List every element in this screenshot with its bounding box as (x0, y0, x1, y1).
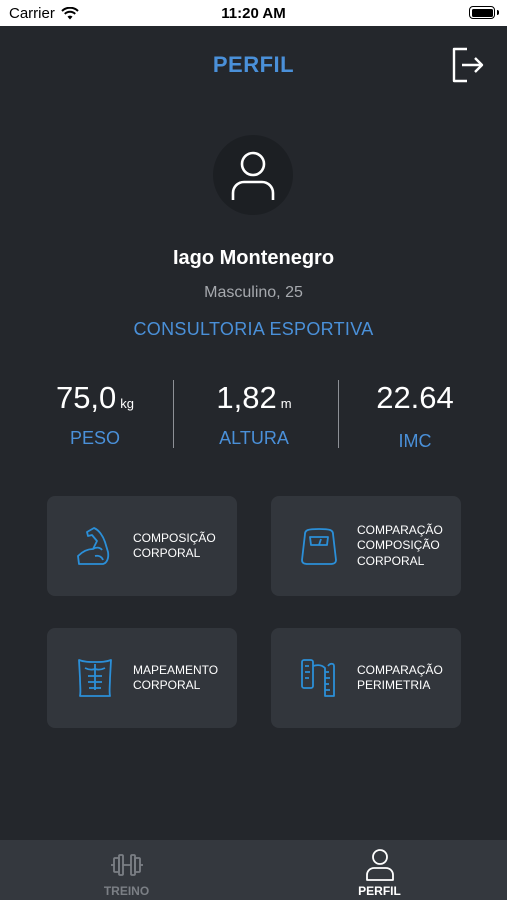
stat-bmi: 22.64 IMC (335, 380, 495, 452)
user-details: Masculino, 25 (204, 284, 303, 301)
status-bar: Carrier 11:20 AM (0, 0, 507, 26)
card-label: COMPARAÇÃO COMPOSIÇÃO CORPORAL (357, 522, 443, 568)
measuring-tape-icon (301, 659, 335, 697)
card-perimetry-comparison[interactable]: COMPARAÇÃO PERIMETRIA (271, 628, 461, 728)
flexed-arm-icon (77, 527, 110, 565)
stat-weight: 75,0 kg PESO (15, 380, 175, 449)
tab-perfil[interactable]: PERFIL (253, 840, 506, 900)
avatar[interactable] (213, 135, 293, 215)
tab-bar: TREINO PERFIL (0, 840, 507, 900)
tab-treino[interactable]: TREINO (0, 840, 253, 900)
logout-icon[interactable] (447, 45, 487, 85)
height-label: ALTURA (219, 428, 289, 448)
height-unit: m (280, 396, 292, 411)
user-name: Iago Montenegro (172, 247, 335, 269)
user-icon (231, 151, 275, 200)
bmi-value: 22.64 (376, 380, 454, 415)
weight-unit: kg (120, 396, 135, 411)
height-value: 1,82 (216, 380, 277, 415)
battery-icon (469, 6, 499, 19)
bmi-label: IMC (398, 431, 432, 451)
torso-icon (78, 659, 112, 697)
card-body-mapping[interactable]: MAPEAMENTO CORPORAL (47, 628, 237, 728)
weight-label: PESO (69, 428, 121, 448)
card-label: MAPEAMENTO CORPORAL (133, 662, 219, 693)
plan-label: CONSULTORIA ESPORTIVA (133, 319, 374, 339)
user-icon (365, 849, 394, 881)
card-body-composition-comparison[interactable]: COMPARAÇÃO COMPOSIÇÃO CORPORAL (271, 496, 461, 596)
scale-icon (301, 528, 337, 565)
tab-label: PERFIL (358, 884, 401, 898)
stat-height: 1,82 m ALTURA (174, 380, 334, 449)
status-time: 11:20 AM (221, 5, 286, 22)
card-label: COMPARAÇÃO PERIMETRIA (357, 662, 443, 693)
card-body-composition[interactable]: COMPOSIÇÃO CORPORAL (47, 496, 237, 596)
page-title: PERFIL (212, 52, 295, 77)
tab-label: TREINO (103, 884, 150, 898)
card-label: COMPOSIÇÃO CORPORAL (133, 530, 216, 561)
dumbbell-icon (110, 854, 143, 876)
weight-value: 75,0 (55, 380, 117, 415)
